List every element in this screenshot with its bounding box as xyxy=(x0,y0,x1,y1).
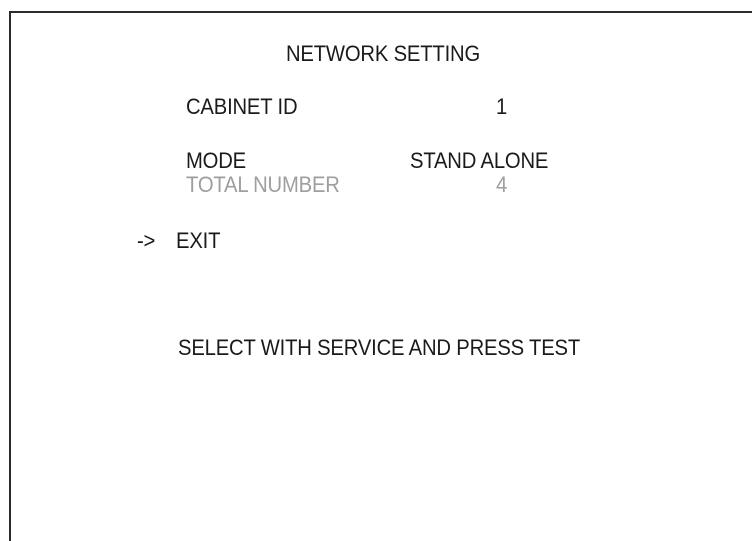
total-number-label: TOTAL NUMBER xyxy=(186,172,340,197)
screen-title: NETWORK SETTING xyxy=(286,41,481,66)
instruction-text: SELECT WITH SERVICE AND PRESS TEST xyxy=(178,335,581,360)
selection-cursor: -> xyxy=(137,228,156,253)
mode-label[interactable]: MODE xyxy=(186,149,246,173)
total-number-value: 4 xyxy=(496,172,508,197)
cabinet-id-value: 1 xyxy=(496,94,508,119)
exit-menu-item[interactable]: EXIT xyxy=(176,229,220,253)
screen-frame xyxy=(9,11,752,541)
mode-value: STAND ALONE xyxy=(410,148,549,173)
cabinet-id-label[interactable]: CABINET ID xyxy=(186,95,298,119)
